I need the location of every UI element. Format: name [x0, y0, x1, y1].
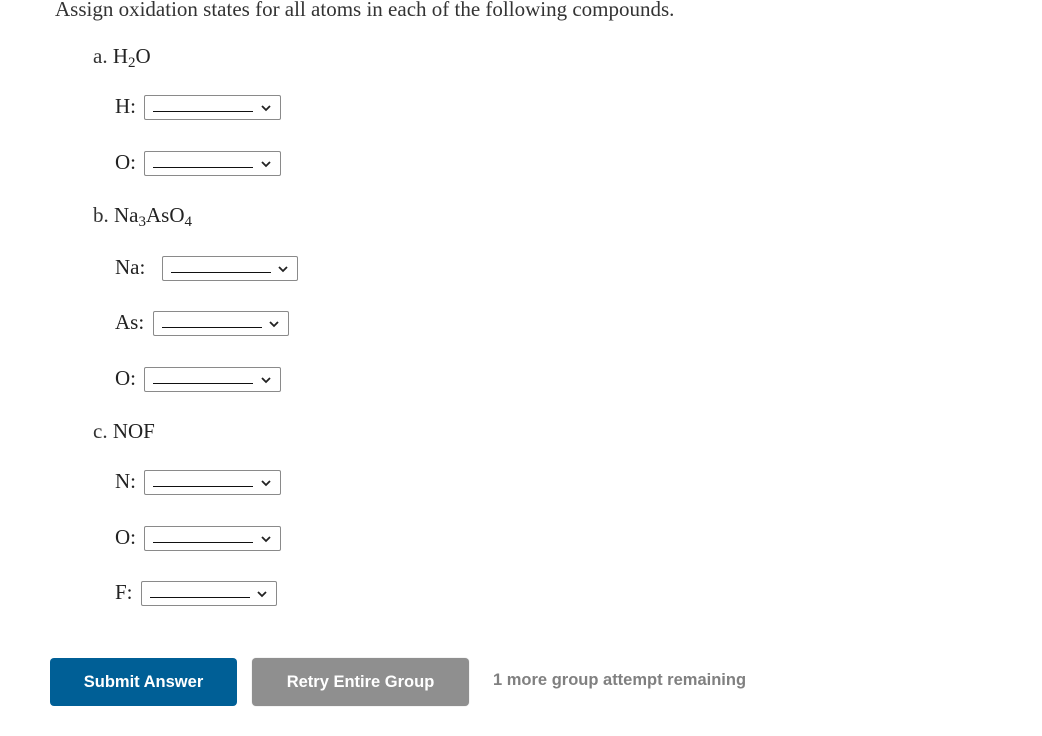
- selected-value: [153, 111, 253, 112]
- oxidation-select-a-o[interactable]: [144, 151, 281, 176]
- formula-na3aso4: Na3AsO4: [114, 203, 193, 230]
- part-c-heading: c. NOF: [93, 419, 155, 444]
- formula-subscript: 3: [138, 214, 147, 230]
- oxidation-select-c-f[interactable]: [141, 581, 277, 606]
- part-a-heading: a. H2O: [93, 44, 151, 71]
- chevron-down-icon: [261, 480, 271, 487]
- formula-element: Na: [114, 203, 139, 227]
- atom-label-na: Na:: [115, 255, 146, 279]
- atom-label-o: O:: [115, 150, 136, 174]
- chevron-down-icon: [278, 266, 288, 273]
- oxidation-select-a-h[interactable]: [144, 95, 281, 120]
- formula-subscript: 4: [184, 214, 193, 230]
- instructions-text: Assign oxidation states for all atoms in…: [55, 0, 675, 21]
- chevron-down-icon: [269, 321, 279, 328]
- formula-nof: NOF: [112, 419, 155, 443]
- oxidation-select-b-o[interactable]: [144, 367, 281, 392]
- atom-label-f: F:: [115, 580, 133, 604]
- selected-value: [153, 383, 253, 384]
- part-letter: a.: [93, 44, 108, 68]
- formula-element: O: [135, 44, 151, 68]
- attempts-remaining-text: 1 more group attempt remaining: [493, 671, 747, 689]
- retry-entire-group-button[interactable]: Retry Entire Group: [252, 658, 469, 706]
- chevron-down-icon: [261, 377, 271, 384]
- chevron-down-icon: [261, 536, 271, 543]
- chevron-down-icon: [257, 591, 267, 598]
- atom-label-n: N:: [115, 469, 136, 493]
- selected-value: [162, 327, 262, 328]
- selected-value: [153, 167, 253, 168]
- atom-label-as: As:: [115, 310, 145, 334]
- selected-value: [171, 272, 271, 273]
- submit-answer-button[interactable]: Submit Answer: [50, 658, 237, 706]
- part-letter: b.: [93, 203, 109, 227]
- formula-subscript: 2: [128, 55, 136, 71]
- part-letter: c.: [93, 419, 108, 443]
- oxidation-select-b-as[interactable]: [153, 311, 289, 336]
- formula-element: AsO: [146, 203, 185, 227]
- selected-value: [153, 542, 253, 543]
- oxidation-select-c-n[interactable]: [144, 470, 281, 495]
- formula-element: H: [112, 44, 128, 68]
- formula-h2o: H2O: [112, 44, 151, 71]
- chevron-down-icon: [261, 161, 271, 168]
- part-b-heading: b. Na3AsO4: [93, 203, 193, 230]
- oxidation-select-c-o[interactable]: [144, 526, 281, 551]
- atom-label-h: H:: [115, 94, 136, 118]
- oxidation-select-b-na[interactable]: [162, 256, 298, 281]
- atom-label-o: O:: [115, 366, 136, 390]
- selected-value: [153, 486, 253, 487]
- chevron-down-icon: [261, 105, 271, 112]
- atom-label-o: O:: [115, 525, 136, 549]
- selected-value: [150, 597, 250, 598]
